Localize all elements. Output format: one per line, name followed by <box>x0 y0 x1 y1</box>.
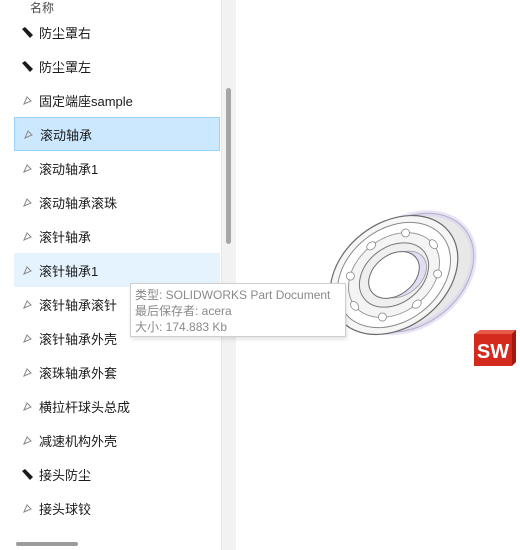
file-row[interactable]: 接头球铰 <box>14 491 220 525</box>
file-name: 接头球铰 <box>39 501 92 517</box>
file-row[interactable]: 滚珠轴承外套 <box>14 355 220 389</box>
file-name: 滚动轴承滚珠 <box>39 195 118 211</box>
part-gray-icon <box>20 399 34 413</box>
part-gray-icon <box>20 161 34 175</box>
file-row[interactable]: 防尘罩右 <box>14 15 220 49</box>
file-row[interactable]: 滚动轴承滚珠 <box>14 185 220 219</box>
file-name: 滚针轴承1 <box>39 263 99 279</box>
file-name: 接头防尘 <box>39 467 92 483</box>
file-rows: 防尘罩右防尘罩左固定端座sample 滚动轴承滚动轴承1 滚动轴承滚珠 滚针轴承滚针轴… <box>14 15 220 525</box>
file-name: 固定端座sample <box>39 93 133 109</box>
file-info-tooltip: 类型: SOLIDWORKS Part Document 最后保存者: acer… <box>130 283 346 337</box>
part-gray-icon <box>20 93 34 107</box>
bearing-preview-image <box>329 210 477 336</box>
tooltip-last-saved-by: 最后保存者: acera <box>135 304 232 318</box>
file-list-pane: 名称 防尘罩右防尘罩左固定端座sample 滚动轴承滚动轴承1 滚动轴承滚珠 滚针轴承… <box>0 0 222 550</box>
file-row[interactable]: 防尘罩左 <box>14 49 220 83</box>
file-name: 滚动轴承 <box>40 127 93 143</box>
file-name: 滚针轴承滚针 <box>39 297 118 313</box>
part-gray-icon <box>21 127 35 141</box>
file-name: 防尘罩右 <box>39 25 92 41</box>
horizontal-scrollbar-thumb[interactable] <box>16 542 78 546</box>
column-header-name[interactable]: 名称 <box>30 0 54 16</box>
part-gray-icon <box>20 433 34 447</box>
vertical-scrollbar[interactable] <box>222 0 236 550</box>
badge-text: SW <box>477 341 509 363</box>
file-name: 防尘罩左 <box>39 59 92 75</box>
file-row[interactable]: 接头防尘 <box>14 457 220 491</box>
file-row[interactable]: 滚动轴承 <box>14 117 220 151</box>
tooltip-size: 大小: 174.883 Kb <box>135 320 228 334</box>
part-gray-icon <box>20 331 34 345</box>
file-name: 横拉杆球头总成 <box>39 399 131 415</box>
file-row[interactable]: 滚针轴承1 <box>14 253 220 287</box>
vertical-scrollbar-thumb[interactable] <box>226 88 231 244</box>
file-name: 减速机构外壳 <box>39 433 118 449</box>
part-dark-icon <box>20 59 34 73</box>
part-gray-icon <box>20 501 34 515</box>
file-row[interactable]: 减速机构外壳 <box>14 423 220 457</box>
file-row[interactable]: 滚针轴承 <box>14 219 220 253</box>
file-row[interactable]: 滚动轴承1 <box>14 151 220 185</box>
solidworks-logo-icon: SW <box>472 328 518 368</box>
part-gray-icon <box>20 297 34 311</box>
file-row[interactable]: 横拉杆球头总成 <box>14 389 220 423</box>
part-dark-icon <box>20 25 34 39</box>
preview-pane <box>236 0 520 550</box>
tooltip-type: 类型: SOLIDWORKS Part Document <box>135 288 331 302</box>
file-name: 滚珠轴承外套 <box>39 365 118 381</box>
part-gray-icon <box>20 195 34 209</box>
file-name: 滚动轴承1 <box>39 161 99 177</box>
part-gray-icon <box>20 365 34 379</box>
part-gray-icon <box>20 263 34 277</box>
part-gray-icon <box>20 229 34 243</box>
file-name: 滚针轴承外壳 <box>39 331 118 347</box>
file-row[interactable]: 固定端座sample <box>14 83 220 117</box>
file-name: 滚针轴承 <box>39 229 92 245</box>
part-dark-icon <box>20 467 34 481</box>
